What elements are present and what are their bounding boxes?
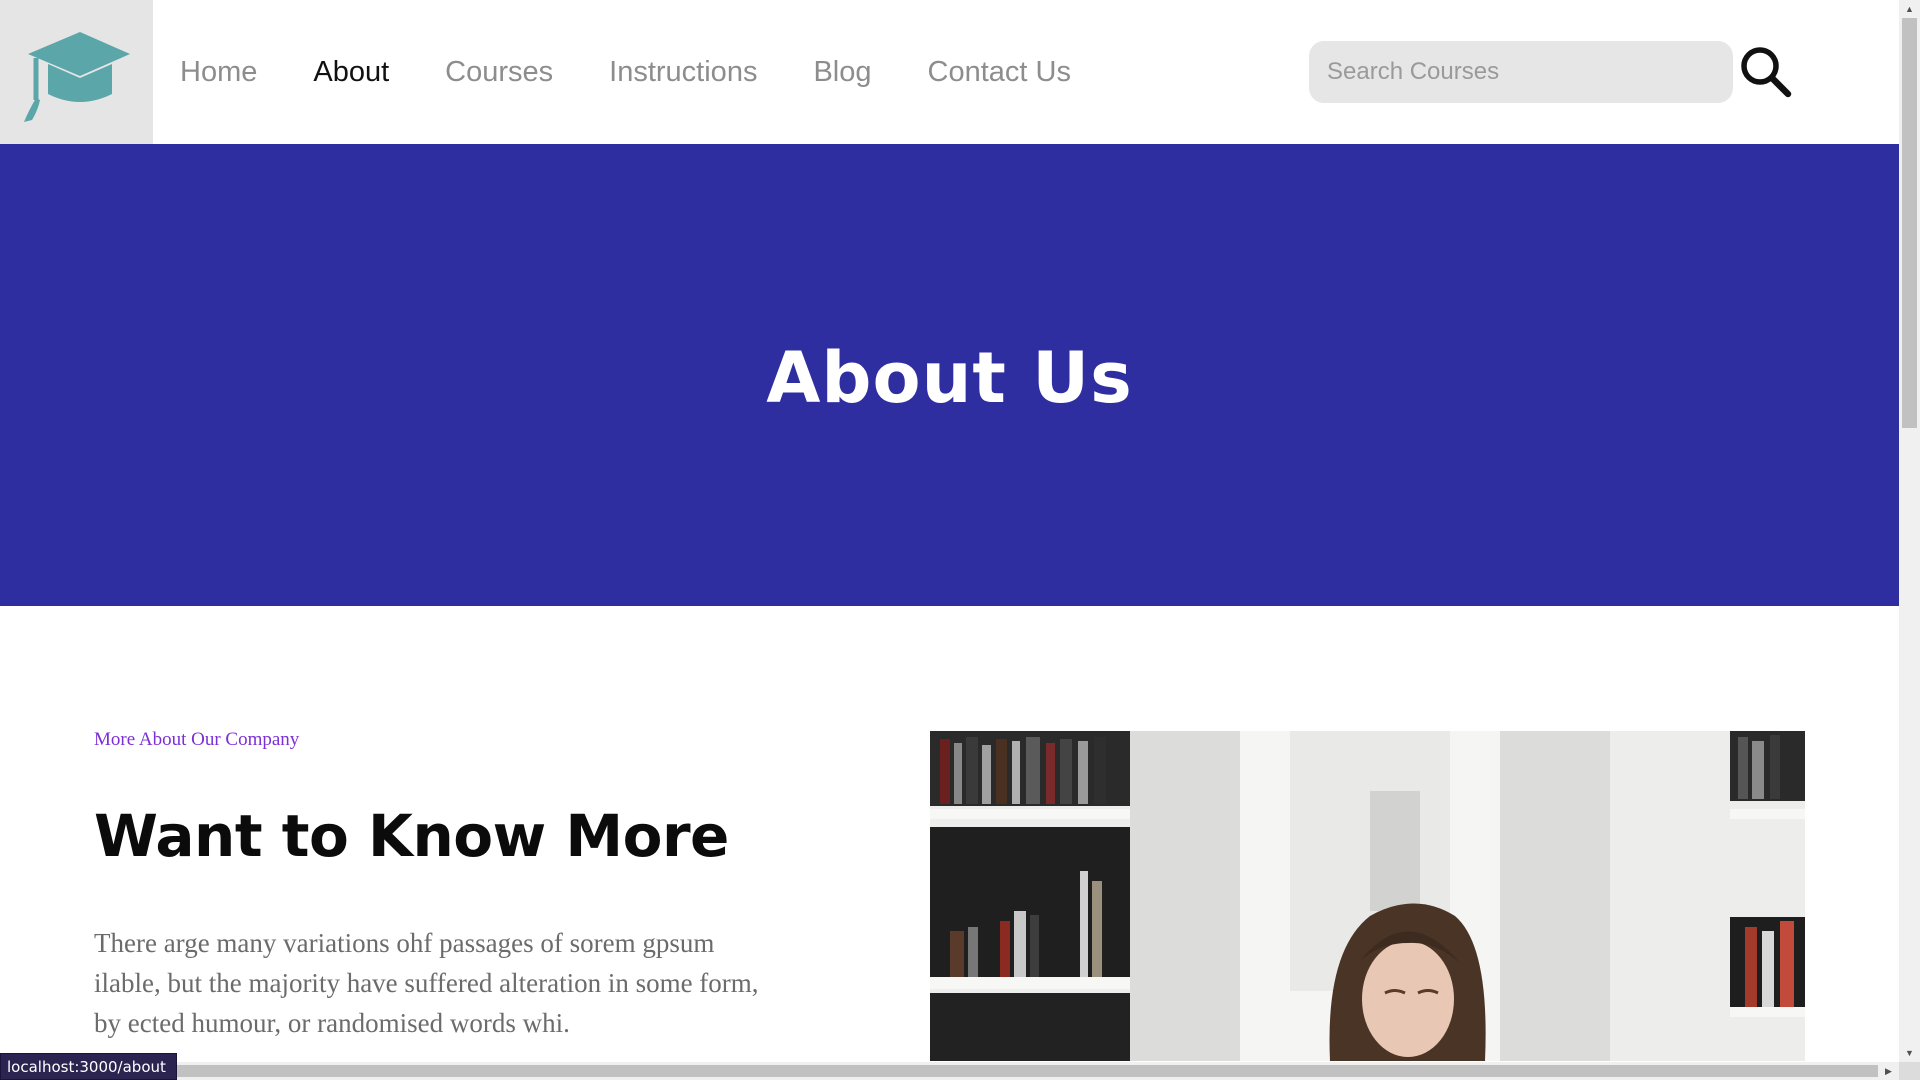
section-eyebrow: More About Our Company [94, 729, 300, 750]
site-header: Home About Courses Instructions Blog Con… [0, 0, 1899, 144]
nav-contact-us[interactable]: Contact Us [928, 56, 1071, 89]
vertical-scrollbar[interactable]: ▲ ▼ [1899, 0, 1920, 1062]
horizontal-scroll-thumb[interactable] [18, 1065, 1878, 1077]
search-button[interactable] [1738, 44, 1794, 100]
nav-courses[interactable]: Courses [445, 56, 553, 89]
section-title: Want to Know More [94, 802, 729, 870]
vertical-scroll-thumb[interactable] [1902, 18, 1917, 428]
about-photo [930, 731, 1805, 1061]
hero-banner: About Us [0, 144, 1899, 606]
scroll-right-arrow-icon[interactable]: ▶ [1878, 1062, 1899, 1080]
status-bar-url: localhost:3000/about [0, 1053, 177, 1080]
scroll-down-arrow-icon[interactable]: ▼ [1899, 1044, 1920, 1062]
graduation-cap-icon [23, 32, 130, 122]
nav-home[interactable]: Home [180, 56, 257, 89]
nav-about[interactable]: About [313, 56, 389, 89]
main-nav: Home About Courses Instructions Blog Con… [180, 0, 1127, 144]
page-title: About Us [766, 337, 1133, 419]
logo[interactable] [0, 0, 153, 144]
section-body: There arge many variations ohf passages … [94, 928, 759, 1038]
scroll-up-arrow-icon[interactable]: ▲ [1899, 0, 1920, 18]
nav-instructions[interactable]: Instructions [609, 56, 757, 89]
horizontal-scrollbar[interactable]: ▶ [0, 1062, 1899, 1080]
search-icon [1741, 47, 1792, 98]
scrollbar-corner [1899, 1062, 1920, 1080]
search-input[interactable] [1309, 41, 1733, 103]
nav-blog[interactable]: Blog [813, 56, 871, 89]
